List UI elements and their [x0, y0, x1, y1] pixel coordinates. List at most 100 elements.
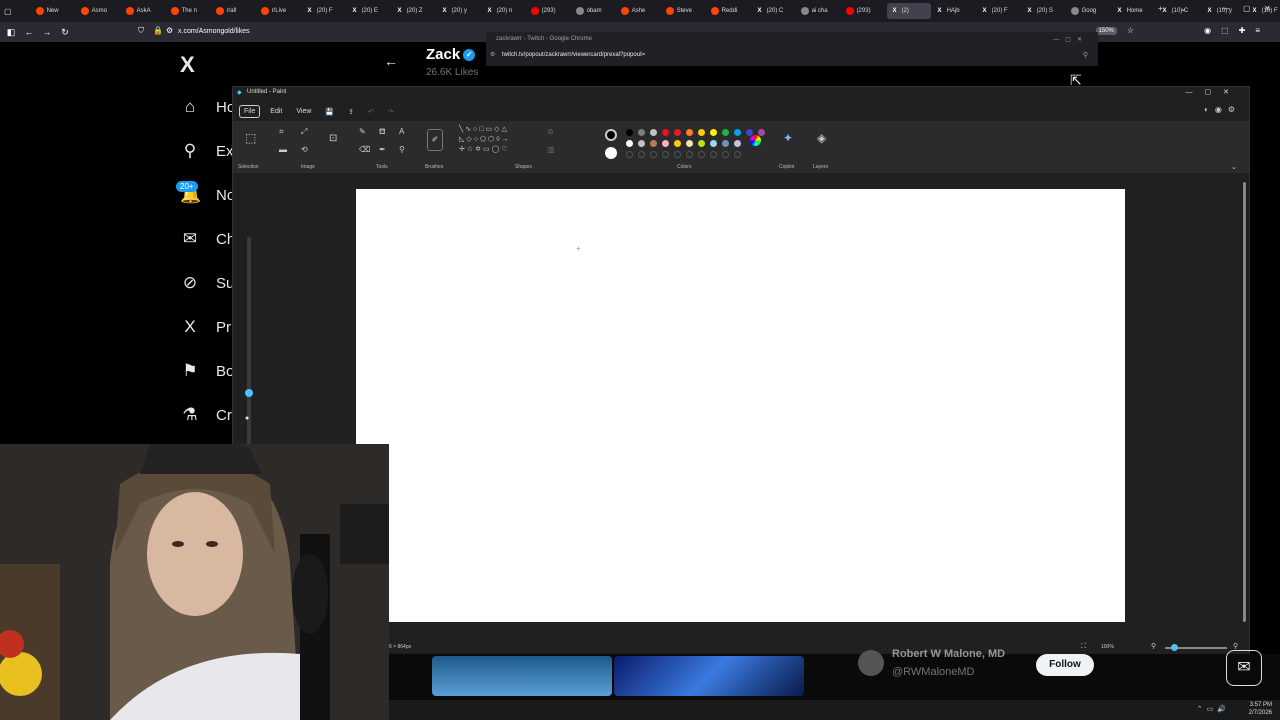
tab-overview-icon[interactable]: ▢	[4, 7, 12, 16]
paint-top-right-icons[interactable]: ◐◉⚙	[1204, 105, 1241, 114]
custom-color-slot[interactable]	[710, 151, 717, 158]
popup-window-controls[interactable]: —▢✕	[1053, 36, 1088, 43]
forward-icon[interactable]: →	[38, 27, 56, 37]
browser-tab[interactable]: X (20) F	[302, 3, 346, 19]
zoom-slider-thumb[interactable]	[1171, 644, 1178, 651]
color-swatch[interactable]	[710, 129, 717, 136]
custom-color-slot[interactable]	[638, 151, 645, 158]
brush-icon[interactable]: ✐	[427, 129, 443, 151]
account-icon[interactable]: ◉	[1204, 26, 1211, 35]
zoom-out-icon[interactable]: ⚲	[1151, 642, 1156, 650]
color-swatch[interactable]	[722, 129, 729, 136]
color-swatch[interactable]	[734, 140, 741, 147]
color-swatch[interactable]	[698, 140, 705, 147]
drawing-canvas[interactable]: +	[356, 189, 1125, 622]
tune-icon[interactable]: ⚙	[166, 26, 173, 35]
paint-scrollbar[interactable]	[1243, 182, 1246, 622]
reload-icon[interactable]: ↻	[56, 27, 74, 38]
browser-tab[interactable]: obam	[572, 3, 616, 19]
browser-tab[interactable]: X (20) y	[437, 3, 481, 19]
url-bar[interactable]: x.com/Asmongold/likes	[178, 28, 250, 35]
browser-tab[interactable]: Steve	[662, 3, 706, 19]
color-swatch[interactable]	[662, 129, 669, 136]
color-swatch[interactable]	[662, 140, 669, 147]
back-arrow-icon[interactable]: ←	[384, 53, 398, 69]
extensions-icon[interactable]: ⬚	[1221, 26, 1229, 35]
zoom-badge[interactable]: 150%	[1095, 26, 1117, 35]
shape-outline-icon[interactable]: ⊘	[547, 127, 554, 136]
zoom-in-icon[interactable]: ⚲	[1233, 642, 1238, 650]
sidebar-toggle-icon[interactable]: ◧	[2, 27, 20, 38]
x-nav-item[interactable]: ⚲ Ex	[180, 141, 240, 161]
color-swatch[interactable]	[734, 129, 741, 136]
close-button[interactable]: ✕	[1264, 4, 1271, 13]
layers-icon[interactable]: ◈	[817, 131, 826, 145]
browser-tab[interactable]: X (10) C	[1157, 3, 1201, 19]
x-nav-item[interactable]: ⌂ Ho	[180, 97, 240, 117]
browser-tab[interactable]: New	[32, 3, 76, 19]
color-swatch[interactable]	[626, 140, 633, 147]
browser-tab[interactable]: X Home	[1112, 3, 1156, 19]
color-swatch[interactable]	[674, 140, 681, 147]
browser-tab[interactable]: X (20) n	[482, 3, 526, 19]
taskbar-clock[interactable]: 3:57 PM 2/7/2026	[1249, 701, 1272, 717]
color-swatch[interactable]	[710, 140, 717, 147]
save-icon[interactable]: 💾	[321, 106, 338, 118]
custom-color-slot[interactable]	[650, 151, 657, 158]
primary-color-swatch[interactable]	[605, 129, 617, 141]
resize-icon[interactable]: ⤢	[301, 127, 307, 137]
new-tab-button[interactable]: +	[1158, 4, 1163, 13]
x-nav-item[interactable]: ⊘ Su	[180, 273, 240, 293]
browser-tab[interactable]: r/Live	[257, 3, 301, 19]
browser-tab[interactable]: X (20) Z	[392, 3, 436, 19]
undo-icon[interactable]: ↶	[364, 106, 378, 118]
edit-colors-icon[interactable]	[750, 135, 761, 146]
browser-tab[interactable]: Ashe	[617, 3, 661, 19]
paint-window-controls[interactable]: —▢✕	[1186, 88, 1241, 96]
text-icon[interactable]: A	[399, 127, 404, 136]
color-swatch[interactable]	[698, 129, 705, 136]
browser-tab[interactable]: X (20) E	[347, 3, 391, 19]
image-select-icon[interactable]: ⊡	[329, 133, 337, 144]
tab-list-chevron-icon[interactable]: ⌄	[1180, 4, 1187, 13]
secondary-color-swatch[interactable]	[605, 147, 617, 159]
x-logo[interactable]: X	[180, 52, 195, 78]
shield-icon[interactable]: ⛉	[138, 26, 144, 36]
follow-button[interactable]: Follow	[1036, 654, 1094, 676]
color-swatch[interactable]	[686, 140, 693, 147]
crop-icon[interactable]: ⌗	[279, 127, 284, 137]
menu-file[interactable]: File	[239, 105, 261, 118]
shapes-gallery-icon[interactable]: ╲∿○□▭◇△ ◺◇○⬠⬡◊→ ✛☆✡▭◯♡	[459, 125, 539, 155]
fill-icon[interactable]: ⛾	[379, 127, 386, 137]
x-nav-item[interactable]: ⚑ Bo	[180, 361, 240, 381]
popup-url[interactable]: twitch.tv/popout/zackrawrr/viewercard/pr…	[502, 52, 645, 58]
suggested-avatar[interactable]	[858, 650, 884, 676]
custom-color-slot[interactable]	[698, 151, 705, 158]
magnifier-icon[interactable]: ⚲	[399, 145, 405, 154]
eraser-icon[interactable]: ⌫	[359, 145, 370, 154]
back-icon[interactable]: ←	[20, 27, 38, 37]
background-removal-icon[interactable]: ▬	[279, 145, 287, 154]
rotate-icon[interactable]: ⟲	[301, 145, 308, 154]
color-swatch[interactable]	[638, 129, 645, 136]
x-nav-item[interactable]: ⚗ Cr	[180, 405, 240, 425]
media-thumbnail-2[interactable]	[614, 656, 804, 696]
color-swatch[interactable]	[626, 129, 633, 136]
x-nav-item[interactable]: ✉ Ch	[180, 229, 240, 249]
messages-mail-icon[interactable]: ✉	[1226, 650, 1262, 686]
menu-icon[interactable]: ≡	[1255, 26, 1260, 35]
custom-color-slot[interactable]	[674, 151, 681, 158]
copilot-icon[interactable]: ✦	[783, 131, 793, 145]
zoom-level[interactable]: 100%	[1101, 644, 1114, 650]
selection-tool-icon[interactable]: ⬚	[245, 131, 256, 145]
browser-tab[interactable]: Asmo	[77, 3, 121, 19]
color-swatch[interactable]	[674, 129, 681, 136]
redo-icon[interactable]: ↷	[384, 106, 398, 118]
extension-icon[interactable]: ✚	[1239, 26, 1246, 35]
suggested-user-name[interactable]: Robert W Malone, MD	[892, 648, 1005, 660]
custom-color-slot[interactable]	[686, 151, 693, 158]
browser-tab[interactable]: X (20) C	[752, 3, 796, 19]
color-swatch[interactable]	[638, 140, 645, 147]
browser-tab[interactable]: (293)	[842, 3, 886, 19]
custom-color-slot[interactable]	[626, 151, 633, 158]
